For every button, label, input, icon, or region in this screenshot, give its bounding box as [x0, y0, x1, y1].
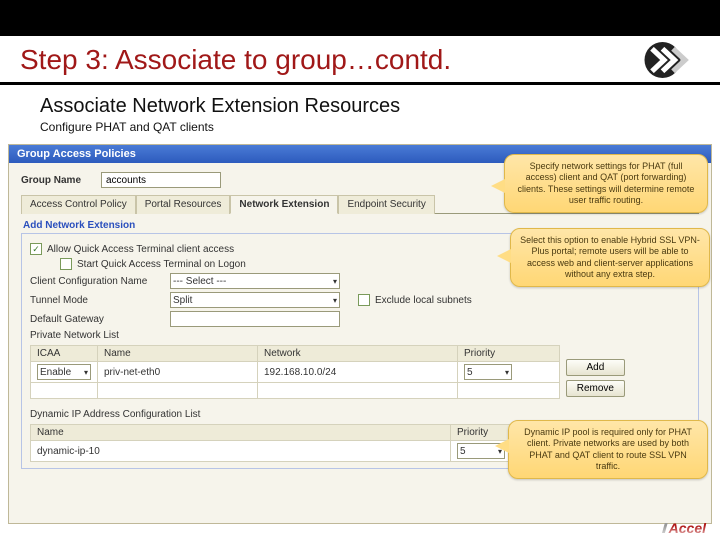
- pnl-priority-select[interactable]: 5▾: [464, 364, 512, 380]
- slide-title: Step 3: Associate to group…contd.: [20, 44, 640, 76]
- chevron-down-icon: ▾: [84, 368, 88, 377]
- arrow-chevrons-icon: [640, 40, 700, 80]
- pnl-h-priority: Priority: [458, 346, 560, 362]
- top-black-bar: [0, 0, 720, 36]
- table-row[interactable]: dynamic-ip-10 5▾: [31, 441, 560, 462]
- default-gw-label: Default Gateway: [30, 314, 170, 325]
- pnl-network-cell: 192.168.10.0/24: [258, 362, 458, 383]
- callout-dynamic-ip: Dynamic IP pool is required only for PHA…: [508, 420, 708, 479]
- allow-qac-label: Allow Quick Access Terminal client acces…: [47, 244, 234, 255]
- client-config-label: Client Configuration Name: [30, 276, 170, 287]
- client-config-select[interactable]: --- Select --- ▾: [170, 273, 340, 289]
- chevron-down-icon: ▾: [333, 296, 337, 305]
- chevron-down-icon: ▾: [505, 368, 509, 377]
- add-button[interactable]: Add: [566, 359, 625, 376]
- remove-button[interactable]: Remove: [566, 380, 625, 397]
- tab-endpoint-security[interactable]: Endpoint Security: [338, 195, 434, 214]
- default-gw-row: Default Gateway: [30, 311, 690, 327]
- dip-table: Name Priority dynamic-ip-10 5▾: [30, 424, 560, 462]
- start-qat-label: Start Quick Access Terminal on Logon: [77, 259, 246, 270]
- tunnel-mode-select[interactable]: Split ▾: [170, 292, 340, 308]
- group-name-input[interactable]: [101, 172, 221, 188]
- pnl-h-name: Name: [98, 346, 258, 362]
- start-qat-checkbox[interactable]: ✓: [60, 258, 72, 270]
- pnl-side-buttons: Add Remove: [566, 359, 625, 397]
- dip-name-cell: dynamic-ip-10: [31, 441, 451, 462]
- default-gw-input[interactable]: [170, 311, 340, 327]
- exclude-local-checkbox[interactable]: ✓: [358, 294, 370, 306]
- dip-h-name: Name: [31, 425, 451, 441]
- callout-hybrid-portal: Select this option to enable Hybrid SSL …: [510, 228, 710, 287]
- client-config-value: --- Select ---: [173, 276, 226, 287]
- tab-network-extension[interactable]: Network Extension: [230, 195, 338, 214]
- pnl-table: ICAA Name Network Priority Enable▾ priv-…: [30, 345, 560, 399]
- pnl-label: Private Network List: [30, 330, 170, 341]
- tab-portal-resources[interactable]: Portal Resources: [136, 195, 231, 214]
- allow-qac-checkbox[interactable]: ✓: [30, 243, 42, 255]
- pnl-h-network: Network: [258, 346, 458, 362]
- exclude-local-label: Exclude local subnets: [375, 295, 472, 306]
- table-row: Name Priority: [31, 425, 560, 441]
- pnl-label-row: Private Network List: [30, 330, 690, 341]
- callout-network-settings: Specify network settings for PHAT (full …: [504, 154, 708, 213]
- pnl-table-wrap: ICAA Name Network Priority Enable▾ priv-…: [30, 345, 560, 399]
- table-row[interactable]: Enable▾ priv-net-eth0 192.168.10.0/24 5▾: [31, 362, 560, 383]
- dip-label-row: Dynamic IP Address Configuration List: [30, 409, 690, 420]
- tunnel-mode-row: Tunnel Mode Split ▾ ✓ Exclude local subn…: [30, 292, 690, 308]
- dip-label: Dynamic IP Address Configuration List: [30, 409, 250, 420]
- dip-table-wrap: Name Priority dynamic-ip-10 5▾: [30, 424, 560, 462]
- slide-subtitle: Associate Network Extension Resources: [0, 85, 720, 118]
- bottom-fade: [0, 526, 720, 540]
- chevron-down-icon: ▾: [333, 277, 337, 286]
- group-name-label: Group Name: [21, 175, 101, 186]
- table-row: ICAA Name Network Priority: [31, 346, 560, 362]
- pnl-h-icaa: ICAA: [31, 346, 98, 362]
- tunnel-mode-value: Split: [173, 295, 192, 306]
- slide-subtitle-small: Configure PHAT and QAT clients: [0, 118, 720, 140]
- tab-access-control[interactable]: Access Control Policy: [21, 195, 136, 214]
- pnl-icaa-select[interactable]: Enable▾: [37, 364, 91, 380]
- tunnel-mode-label: Tunnel Mode: [30, 295, 170, 306]
- title-row: Step 3: Associate to group…contd.: [0, 36, 720, 85]
- table-row: [31, 383, 560, 399]
- pnl-name-cell: priv-net-eth0: [98, 362, 258, 383]
